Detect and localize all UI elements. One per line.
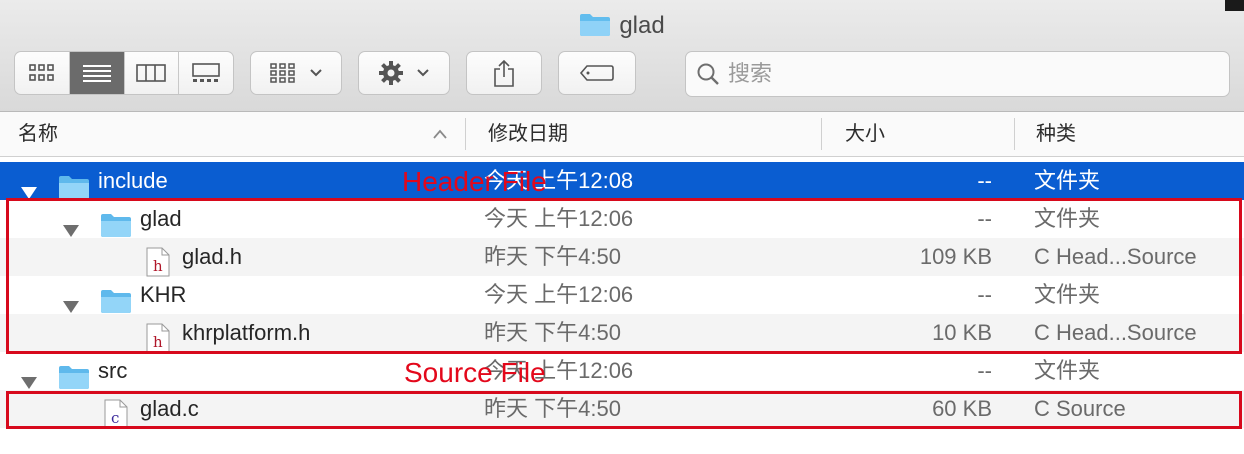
search-field[interactable] bbox=[685, 51, 1230, 97]
folder-icon bbox=[579, 13, 611, 46]
toolbar: glad bbox=[0, 0, 1244, 112]
column-size-label: 大小 bbox=[845, 123, 885, 145]
file-name: src bbox=[98, 358, 128, 383]
column-header: 名称 修改日期 大小 种类 bbox=[0, 112, 1244, 157]
window-edge bbox=[1225, 0, 1244, 11]
column-separator[interactable] bbox=[1014, 118, 1015, 150]
column-name-header[interactable]: 名称 bbox=[18, 112, 458, 156]
list-view-icon bbox=[82, 65, 111, 82]
file-size: -- bbox=[977, 168, 992, 193]
column-separator[interactable] bbox=[465, 118, 466, 150]
file-size: -- bbox=[977, 358, 992, 383]
window-title-text: glad bbox=[619, 12, 665, 39]
file-row-include[interactable]: include 今天 上午12:08 -- 文件夹 bbox=[0, 162, 1244, 200]
chevron-down-icon bbox=[417, 69, 429, 77]
header-files-highlight-box bbox=[6, 198, 1242, 354]
file-name: include bbox=[98, 168, 168, 193]
file-kind: 文件夹 bbox=[1034, 358, 1101, 383]
column-view-icon bbox=[136, 64, 167, 82]
file-kind: 文件夹 bbox=[1034, 168, 1101, 193]
header-file-annotation: Header File bbox=[402, 166, 547, 197]
tag-button[interactable] bbox=[558, 51, 636, 95]
column-date-label: 修改日期 bbox=[488, 123, 568, 145]
column-separator[interactable] bbox=[821, 118, 822, 150]
search-input[interactable] bbox=[726, 60, 1210, 88]
file-row-src[interactable]: src 今天 上午12:06 -- 文件夹 bbox=[0, 352, 1244, 390]
column-name-label: 名称 bbox=[18, 123, 58, 145]
column-kind-header[interactable]: 种类 bbox=[1036, 112, 1236, 156]
share-icon bbox=[494, 59, 514, 87]
sort-ascending-icon[interactable] bbox=[432, 128, 448, 140]
gallery-view-button[interactable] bbox=[179, 52, 233, 94]
column-date-header[interactable]: 修改日期 bbox=[488, 112, 818, 156]
group-by-button[interactable] bbox=[250, 51, 342, 95]
icon-view-icon bbox=[29, 64, 54, 81]
column-kind-label: 种类 bbox=[1036, 123, 1076, 145]
chevron-down-icon bbox=[310, 69, 322, 77]
gear-icon bbox=[379, 61, 403, 85]
source-file-annotation: Source File bbox=[404, 357, 546, 388]
column-size-header[interactable]: 大小 bbox=[845, 112, 1010, 156]
action-button[interactable] bbox=[358, 51, 450, 95]
view-mode-control bbox=[14, 51, 234, 95]
icon-view-button[interactable] bbox=[15, 52, 70, 94]
source-files-highlight-box bbox=[6, 391, 1242, 429]
list-view-button[interactable] bbox=[69, 52, 125, 94]
window-title: glad bbox=[0, 10, 1244, 42]
share-button[interactable] bbox=[466, 51, 542, 95]
search-icon bbox=[697, 63, 719, 85]
group-by-icon bbox=[270, 63, 295, 83]
column-view-button[interactable] bbox=[125, 52, 180, 94]
gallery-view-icon bbox=[192, 63, 220, 82]
tag-icon bbox=[579, 65, 614, 81]
